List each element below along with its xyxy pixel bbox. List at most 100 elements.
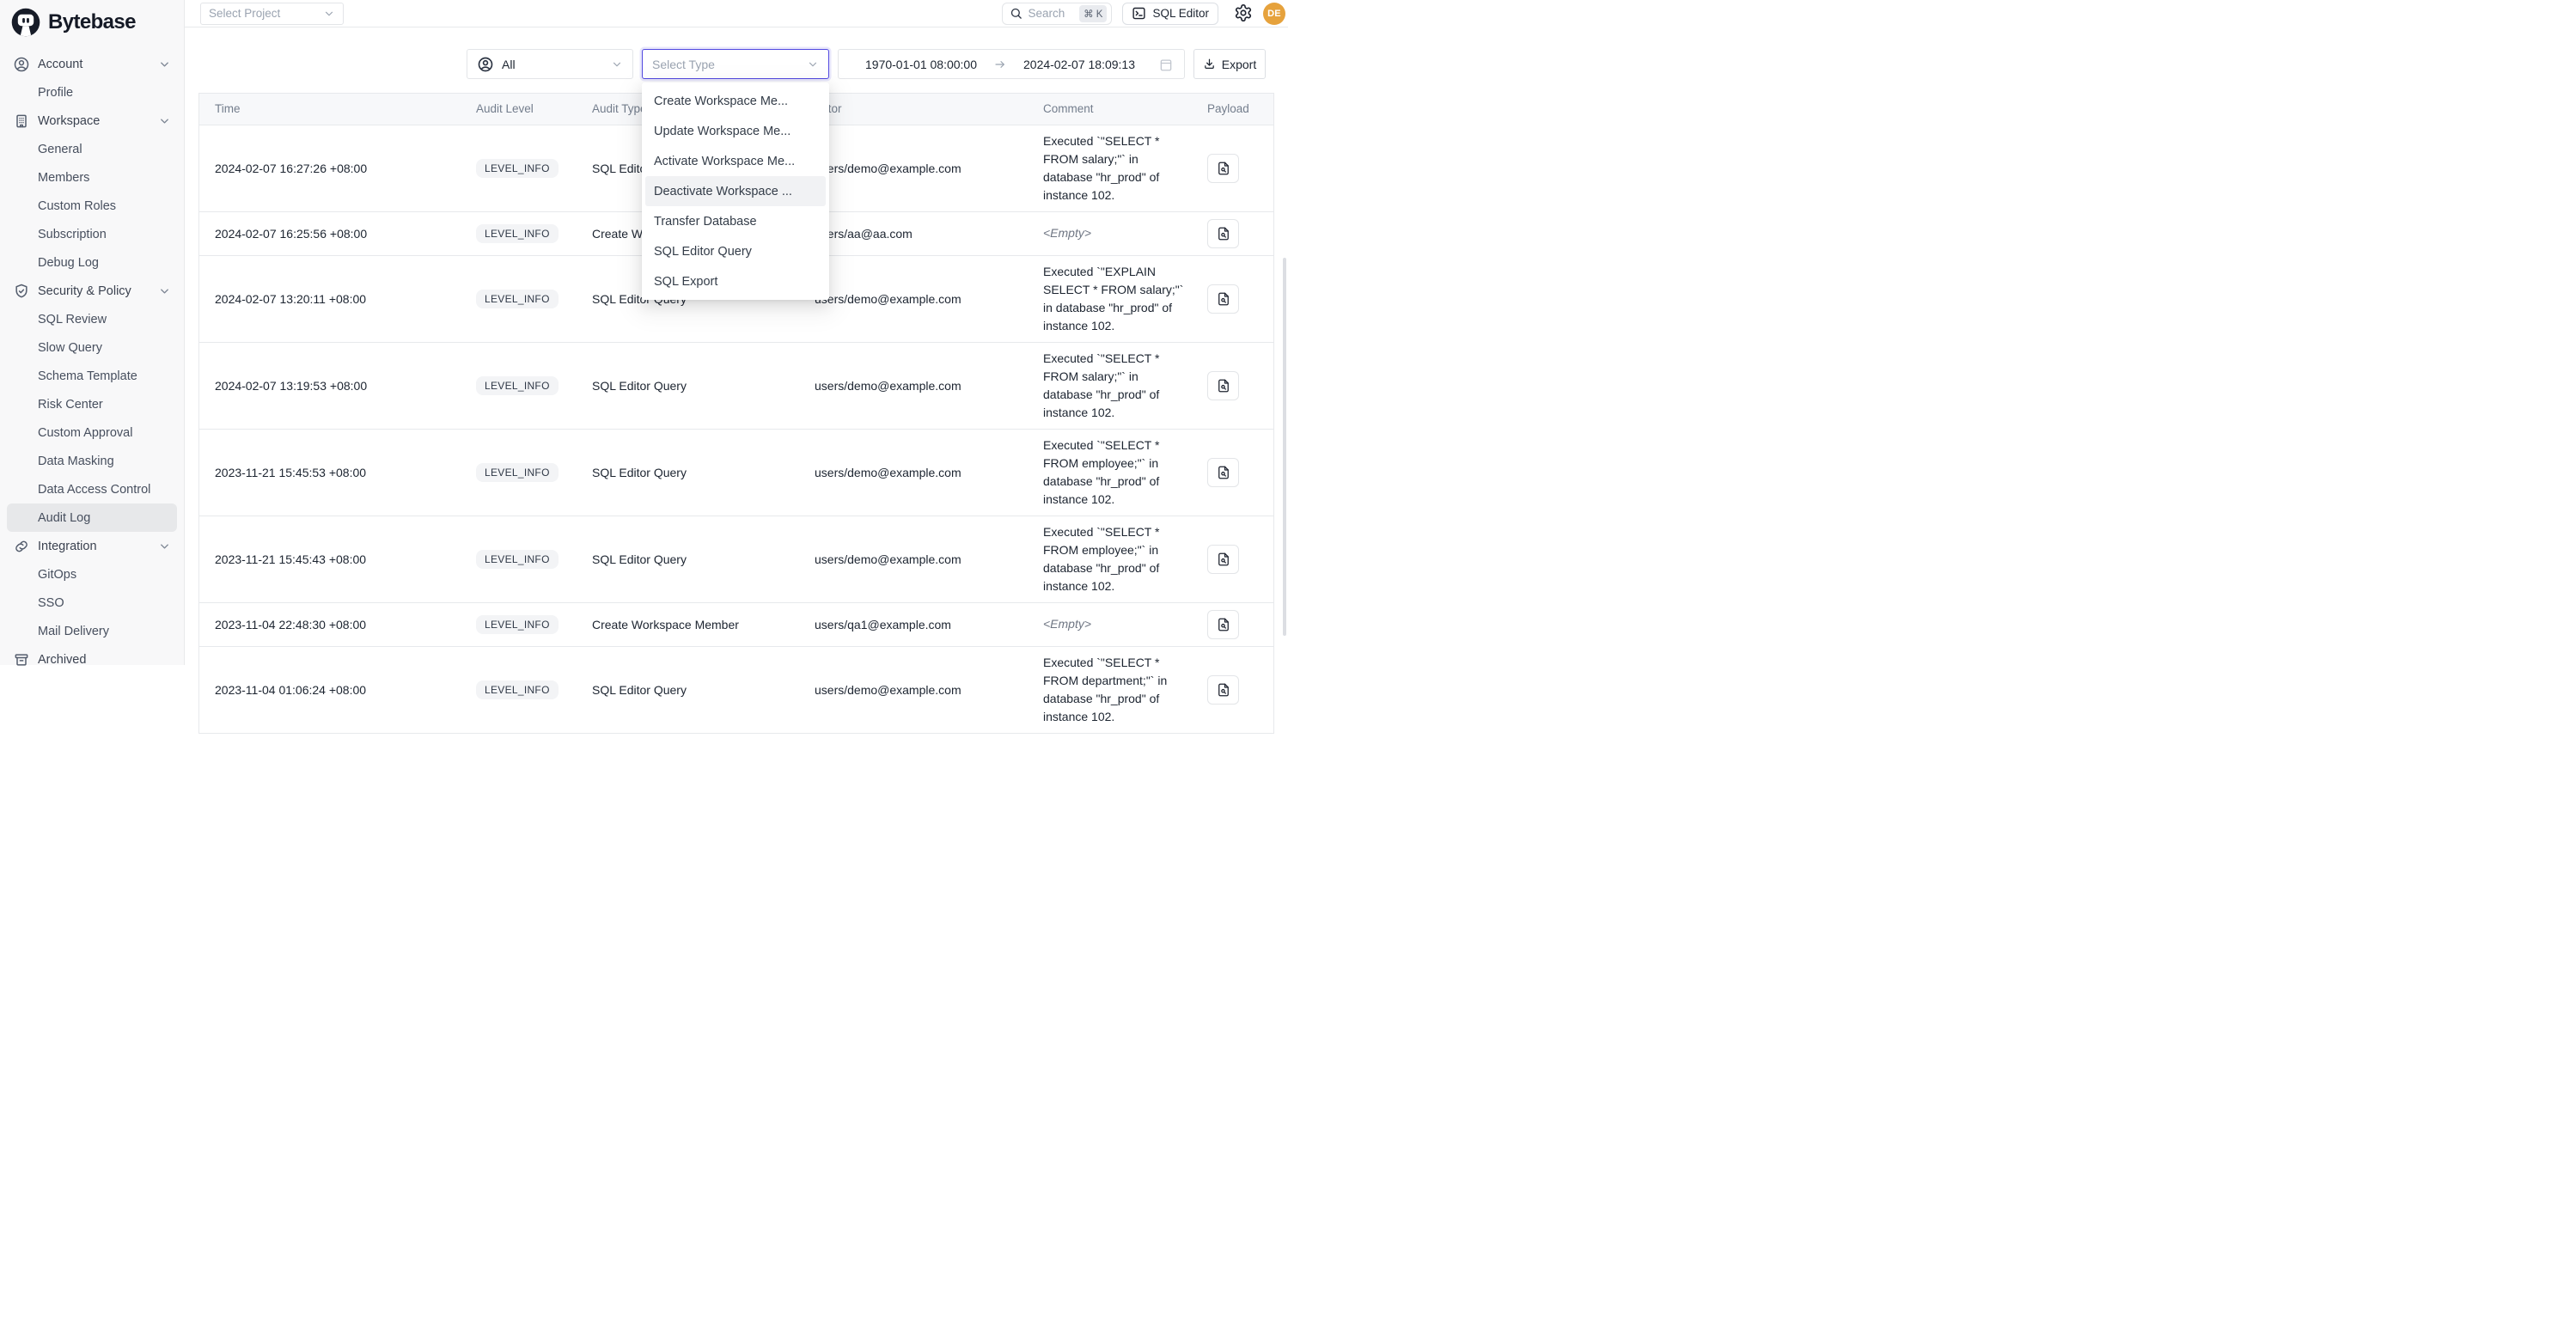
sidebar-group-archived[interactable]: Archived xyxy=(0,645,184,674)
payload-view-button[interactable] xyxy=(1207,610,1239,639)
cell-audit-type: SQL Editor Query xyxy=(577,646,799,733)
sidebar-item-risk-center[interactable]: Risk Center xyxy=(0,390,184,418)
dropdown-option-deactivate-workspace-member[interactable]: Deactivate Workspace ... xyxy=(645,176,826,206)
sidebar-item-custom-approval[interactable]: Custom Approval xyxy=(0,418,184,447)
sidebar-group-account[interactable]: Account xyxy=(0,50,184,78)
sidebar-item-data-masking[interactable]: Data Masking xyxy=(0,447,184,475)
sidebar-item-audit-log[interactable]: Audit Log xyxy=(7,503,177,532)
terminal-icon xyxy=(1132,6,1146,21)
file-search-icon xyxy=(1216,552,1231,567)
column-header-payload: Payload xyxy=(1192,94,1273,125)
sidebar-item-sso[interactable]: SSO xyxy=(0,589,184,617)
sidebar-item-subscription[interactable]: Subscription xyxy=(0,220,184,248)
sql-editor-button[interactable]: SQL Editor xyxy=(1122,3,1218,25)
search-placeholder: Search xyxy=(1028,7,1074,20)
search-input[interactable]: Search ⌘ K xyxy=(1002,3,1112,25)
actor-filter-select[interactable]: All xyxy=(467,49,633,79)
cell-comment: <Empty> xyxy=(1043,615,1185,633)
cell-actor: users/demo@example.com xyxy=(799,516,1028,602)
type-filter-dropdown: Create Workspace Me... Update Workspace … xyxy=(642,82,829,300)
cell-audit-type: SQL Editor Query xyxy=(577,429,799,516)
dropdown-option-sql-export[interactable]: SQL Export xyxy=(645,266,826,296)
cell-actor: users/demo@example.com xyxy=(799,646,1028,733)
chevron-down-icon xyxy=(158,540,171,552)
file-search-icon xyxy=(1216,291,1231,307)
sidebar-group-integration[interactable]: Integration xyxy=(0,532,184,560)
project-select[interactable]: Select Project xyxy=(200,3,344,25)
payload-view-button[interactable] xyxy=(1207,675,1239,705)
sidebar-item-profile[interactable]: Profile xyxy=(0,78,184,107)
column-header-audit-level: Audit Level xyxy=(461,94,577,125)
payload-view-button[interactable] xyxy=(1207,284,1239,314)
cell-comment: <Empty> xyxy=(1043,224,1185,242)
chevron-down-icon xyxy=(611,58,623,70)
sidebar-nav: Account Profile Workspace General Member… xyxy=(0,50,184,674)
chevron-down-icon xyxy=(158,114,171,127)
sidebar-group-security-policy[interactable]: Security & Policy xyxy=(0,277,184,305)
payload-view-button[interactable] xyxy=(1207,219,1239,248)
cell-time: 2024-02-07 16:25:56 +08:00 xyxy=(199,211,461,255)
dropdown-option-create-workspace-member[interactable]: Create Workspace Me... xyxy=(645,86,826,116)
search-shortcut-badge: ⌘ K xyxy=(1079,5,1107,22)
payload-view-button[interactable] xyxy=(1207,545,1239,574)
payload-view-button[interactable] xyxy=(1207,371,1239,400)
cell-time: 2023-11-21 15:45:53 +08:00 xyxy=(199,429,461,516)
type-filter-select[interactable]: Select Type xyxy=(642,49,829,79)
sidebar-item-mail-delivery[interactable]: Mail Delivery xyxy=(0,617,184,645)
audit-level-badge: LEVEL_INFO xyxy=(476,550,559,569)
scrollbar[interactable] xyxy=(1283,258,1286,636)
bytebase-logo-icon xyxy=(11,8,40,37)
audit-level-badge: LEVEL_INFO xyxy=(476,615,559,634)
payload-view-button[interactable] xyxy=(1207,458,1239,487)
audit-log-page: Bytebase Account Profile Workspace Gener… xyxy=(0,0,1288,665)
download-icon xyxy=(1203,58,1216,70)
sidebar-item-schema-template[interactable]: Schema Template xyxy=(0,362,184,390)
cell-actor: users/demo@example.com xyxy=(799,342,1028,429)
sidebar-item-slow-query[interactable]: Slow Query xyxy=(0,333,184,362)
sidebar-item-custom-roles[interactable]: Custom Roles xyxy=(0,192,184,220)
user-circle-icon xyxy=(477,56,494,73)
file-search-icon xyxy=(1216,465,1231,480)
column-header-comment: Comment xyxy=(1028,94,1192,125)
bytebase-logo[interactable]: Bytebase xyxy=(0,0,184,38)
building-icon xyxy=(13,113,30,130)
cell-time: 2023-11-21 15:45:43 +08:00 xyxy=(199,516,461,602)
cell-audit-type: SQL Editor Query xyxy=(577,516,799,602)
cell-audit-type: SQL Editor Query xyxy=(577,342,799,429)
sidebar-item-sql-review[interactable]: SQL Review xyxy=(0,305,184,333)
audit-level-badge: LEVEL_INFO xyxy=(476,463,559,482)
avatar[interactable]: DE xyxy=(1263,3,1285,25)
date-range-picker[interactable]: 1970-01-01 08:00:00 2024-02-07 18:09:13 xyxy=(838,49,1185,79)
file-search-icon xyxy=(1216,378,1231,394)
shield-check-icon xyxy=(13,283,30,300)
sidebar-item-general[interactable]: General xyxy=(0,135,184,163)
column-header-time: Time xyxy=(199,94,461,125)
audit-level-badge: LEVEL_INFO xyxy=(476,376,559,395)
payload-view-button[interactable] xyxy=(1207,154,1239,183)
dropdown-option-update-workspace-member[interactable]: Update Workspace Me... xyxy=(645,116,826,146)
dropdown-option-activate-workspace-member[interactable]: Activate Workspace Me... xyxy=(645,146,826,176)
audit-level-badge: LEVEL_INFO xyxy=(476,680,559,699)
audit-level-badge: LEVEL_INFO xyxy=(476,290,559,308)
date-from-value: 1970-01-01 08:00:00 xyxy=(849,58,993,71)
audit-level-badge: LEVEL_INFO xyxy=(476,224,559,243)
sidebar-item-data-access-control[interactable]: Data Access Control xyxy=(0,475,184,503)
sidebar-item-debug-log[interactable]: Debug Log xyxy=(0,248,184,277)
cell-comment: Executed `"SELECT * FROM employee;"` in … xyxy=(1043,436,1185,509)
sidebar-group-workspace[interactable]: Workspace xyxy=(0,107,184,135)
type-filter-placeholder: Select Type xyxy=(652,58,715,71)
sidebar-item-gitops[interactable]: GitOps xyxy=(0,560,184,589)
actor-filter-value: All xyxy=(502,58,516,71)
table-row: 2023-11-21 15:45:43 +08:00 LEVEL_INFO SQ… xyxy=(199,516,1273,602)
sidebar-item-members[interactable]: Members xyxy=(0,163,184,192)
export-button[interactable]: Export xyxy=(1193,49,1266,79)
dropdown-option-transfer-database[interactable]: Transfer Database xyxy=(645,206,826,236)
cell-comment: Executed `"SELECT * FROM salary;"` in da… xyxy=(1043,132,1185,204)
cell-actor: users/demo@example.com xyxy=(799,429,1028,516)
table-row: 2023-11-04 01:06:24 +08:00 LEVEL_INFO SQ… xyxy=(199,646,1273,733)
cell-comment: Executed `"SELECT * FROM department;"` i… xyxy=(1043,654,1185,726)
cell-time: 2024-02-07 16:27:26 +08:00 xyxy=(199,125,461,211)
user-circle-icon xyxy=(13,56,30,73)
dropdown-option-sql-editor-query[interactable]: SQL Editor Query xyxy=(645,236,826,266)
gear-icon[interactable] xyxy=(1234,3,1254,24)
